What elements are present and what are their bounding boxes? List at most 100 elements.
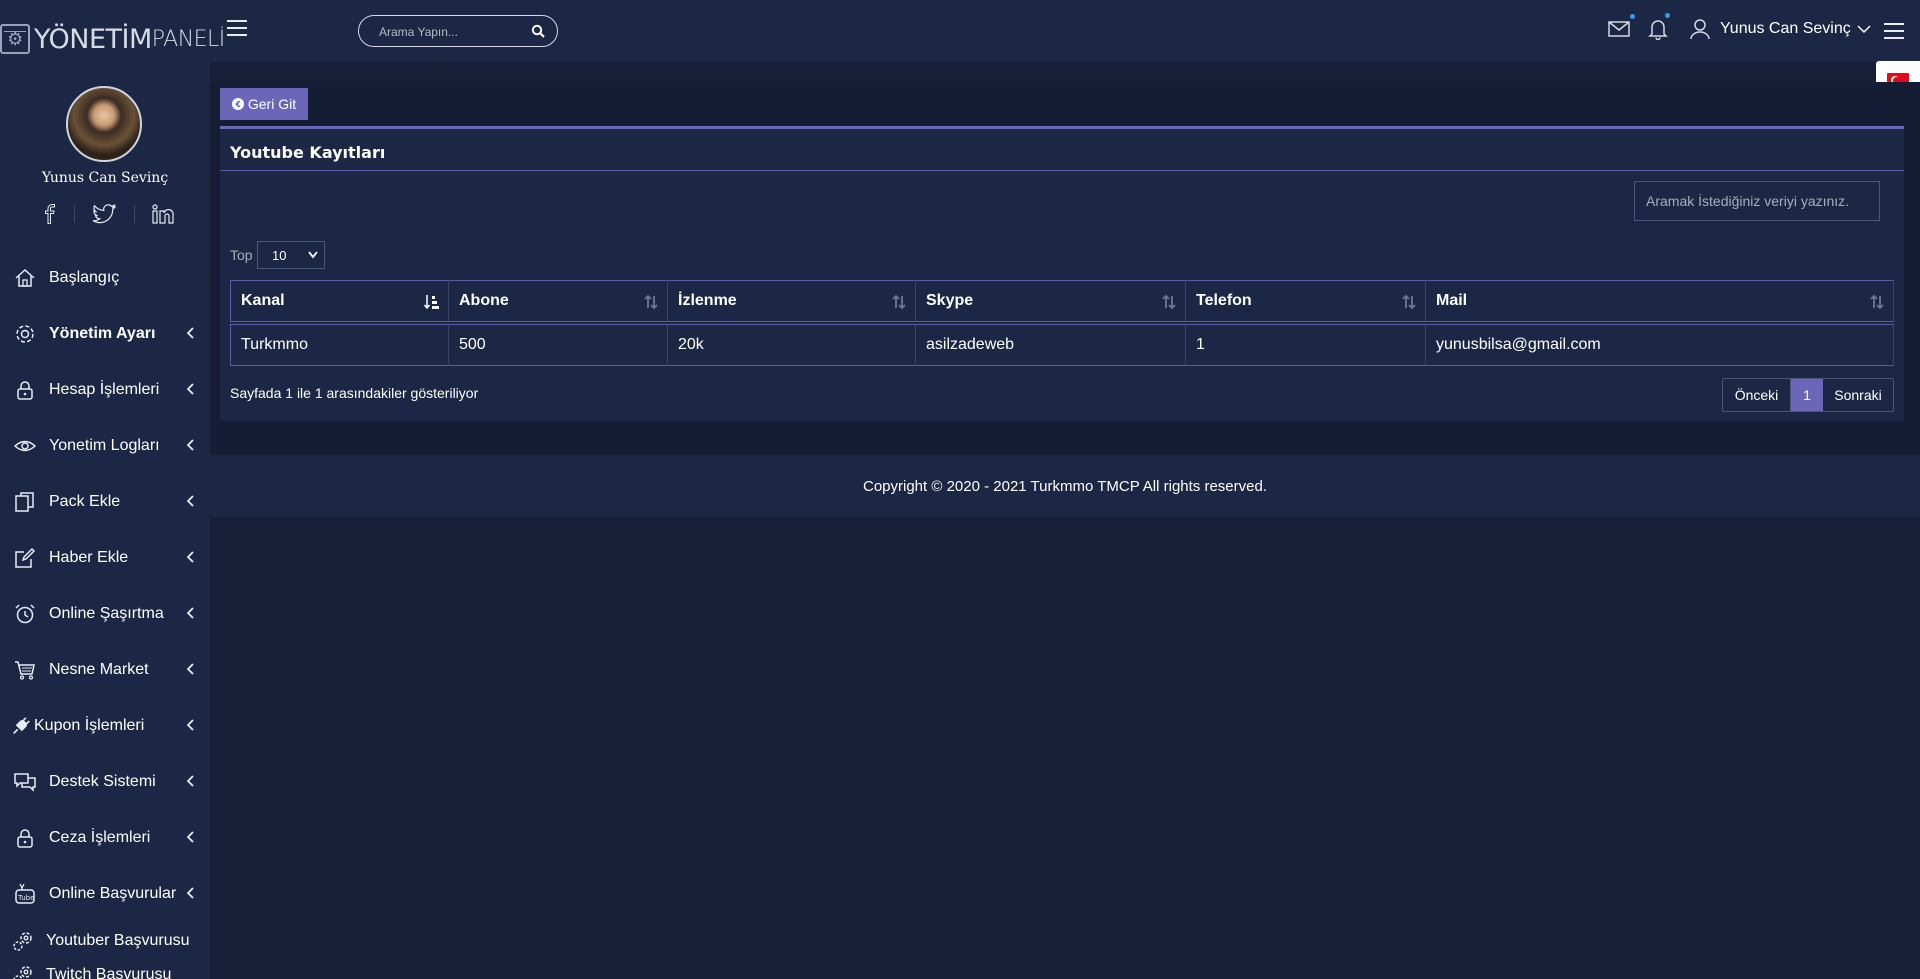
user-name: Yunus Can Sevinç [1720,20,1851,37]
page-size-select[interactable]: 10 [257,241,325,269]
sidebar: Yunus Can Sevinç Başlangıç Yönetim Ayarı… [0,62,210,979]
chevron-left-icon [187,495,194,507]
table-search-input[interactable] [1634,181,1880,221]
card-divider [220,170,1904,171]
sidebar-item-label: Yonetim Logları [49,437,160,454]
previous-page-button[interactable]: Önceki [1723,379,1791,411]
copy-icon [15,492,34,512]
user-icon [1690,19,1710,40]
column-header-telefon[interactable]: Telefon [1185,280,1426,325]
search-input[interactable] [379,22,524,42]
sidebar-subitem-youtuber-basvurusu[interactable]: Youtuber Başvurusu [0,924,210,958]
page-1-button[interactable]: 1 [1791,379,1823,411]
sidebar-item-haber-ekle[interactable]: Haber Ekle [0,530,210,586]
next-page-button[interactable]: Sonraki [1823,379,1893,411]
column-header-mail[interactable]: Mail [1425,280,1894,325]
bell-notification-dot [1665,13,1670,18]
column-header-kanal[interactable]: Kanal [230,280,449,325]
chevron-left-icon [187,607,194,619]
facebook-icon[interactable] [44,204,56,224]
sidebar-toggle-menu-icon[interactable] [227,20,247,36]
chevron-left-icon [187,831,194,843]
chevron-left-icon [187,663,194,675]
edit-icon [15,547,36,568]
sidebar-item-nesne-market[interactable]: Nesne Market [0,642,210,698]
pagination: Önceki 1 Sonraki [1722,378,1894,412]
mail-icon[interactable] [1608,14,1635,40]
twitter-icon[interactable] [92,204,116,224]
arrow-circle-left-icon [231,98,244,110]
bell-icon[interactable] [1648,13,1672,41]
sidebar-user-name: Yunus Can Sevinç [41,170,169,186]
sort-icon [1162,294,1176,310]
lock-icon [17,829,33,848]
alarm-clock-icon [15,604,35,624]
right-panel-menu-icon[interactable] [1884,23,1904,39]
sidebar-item-label: Nesne Market [49,661,149,678]
sidebar-item-kupon-islemleri[interactable]: Kupon İşlemleri [0,698,210,754]
sidebar-item-label: Online Başvurular [49,885,177,902]
sort-icon [1402,294,1416,310]
top-bar: ⚙ YÖNETİMPANELİ Yunus Can Sevinç [0,0,1920,62]
column-header-izlenme[interactable]: İzlenme [667,280,916,325]
sidebar-item-label: Pack Ekle [49,493,121,510]
pagination-info: Sayfada 1 ile 1 arasındakiler gösteriliy… [230,385,479,401]
records-table: Kanal Abone İzlenme Skype Telefon Mail T… [230,280,1894,366]
linkedin-icon[interactable] [152,204,174,224]
search-icon[interactable] [531,24,545,38]
chevron-left-icon [187,327,194,339]
sort-icon [644,294,658,310]
gears-icon [13,932,32,951]
sidebar-item-yonetim-ayari[interactable]: Yönetim Ayarı [0,306,210,362]
user-menu[interactable]: Yunus Can Sevinç [1690,16,1871,42]
chevron-left-icon [187,439,194,451]
sidebar-item-label: Online Şaşırtma [49,605,164,622]
cart-icon [15,661,35,680]
logo-text-light: PANELİ [151,26,226,52]
eye-icon [14,440,36,452]
sidebar-item-online-basvurular[interactable]: Tube Online Başvurular [0,866,210,922]
sort-icon [1870,294,1884,310]
chevron-left-icon [187,383,194,395]
chevron-left-icon [187,551,194,563]
avatar [66,86,142,162]
youtube-icon: Tube [15,883,35,904]
cell-skype: asilzadeweb [915,322,1186,366]
back-button[interactable]: Geri Git [220,88,308,120]
social-links [44,202,174,226]
sidebar-item-label: Yönetim Ayarı [49,325,156,342]
cell-abone: 500 [448,322,668,366]
sidebar-subitem-twitch-basvurusu[interactable]: Twitch Başvurusu [0,958,210,979]
sidebar-item-label: Youtuber Başvurusu [46,932,190,949]
page-size-label: Top [230,247,253,263]
sort-icon [892,294,906,310]
sidebar-item-pack-ekle[interactable]: Pack Ekle [0,474,210,530]
back-button-label: Geri Git [247,96,297,112]
table-header-row: Kanal Abone İzlenme Skype Telefon Mail [230,280,1894,325]
sort-ascending-icon [424,295,439,310]
chevron-down-icon [1857,24,1871,33]
logo[interactable]: ⚙ YÖNETİM PANELİ [0,22,225,56]
sidebar-item-ceza-islemleri[interactable]: Ceza İşlemleri [0,810,210,866]
sidebar-item-label: Destek Sistemi [49,773,156,790]
cell-kanal: Turkmmo [230,322,449,366]
chevron-left-icon [187,775,194,787]
sidebar-item-yonetim-loglari[interactable]: Yonetim Logları [0,418,210,474]
sidebar-item-online-sasirtma[interactable]: Online Şaşırtma [0,586,210,642]
lock-icon [17,381,33,400]
sidebar-item-label: Kupon İşlemleri [34,717,145,734]
chat-icon [14,773,36,792]
plug-icon [13,717,30,734]
gear-icon [16,325,34,343]
sidebar-item-label: Ceza İşlemleri [49,829,151,846]
column-header-abone[interactable]: Abone [448,280,668,325]
home-icon [15,268,35,287]
sidebar-item-destek-sistemi[interactable]: Destek Sistemi [0,754,210,810]
cell-izlenme: 20k [667,322,916,366]
sidebar-item-baslangic[interactable]: Başlangıç [0,250,210,306]
sidebar-item-hesap-islemleri[interactable]: Hesap İşlemleri [0,362,210,418]
copyright-text: Copyright © 2020 - 2021 Turkmmo TMCP All… [863,477,1267,495]
cell-mail: yunusbilsa@gmail.com [1425,322,1894,366]
column-header-skype[interactable]: Skype [915,280,1186,325]
page-size-value: 10 [272,247,287,263]
